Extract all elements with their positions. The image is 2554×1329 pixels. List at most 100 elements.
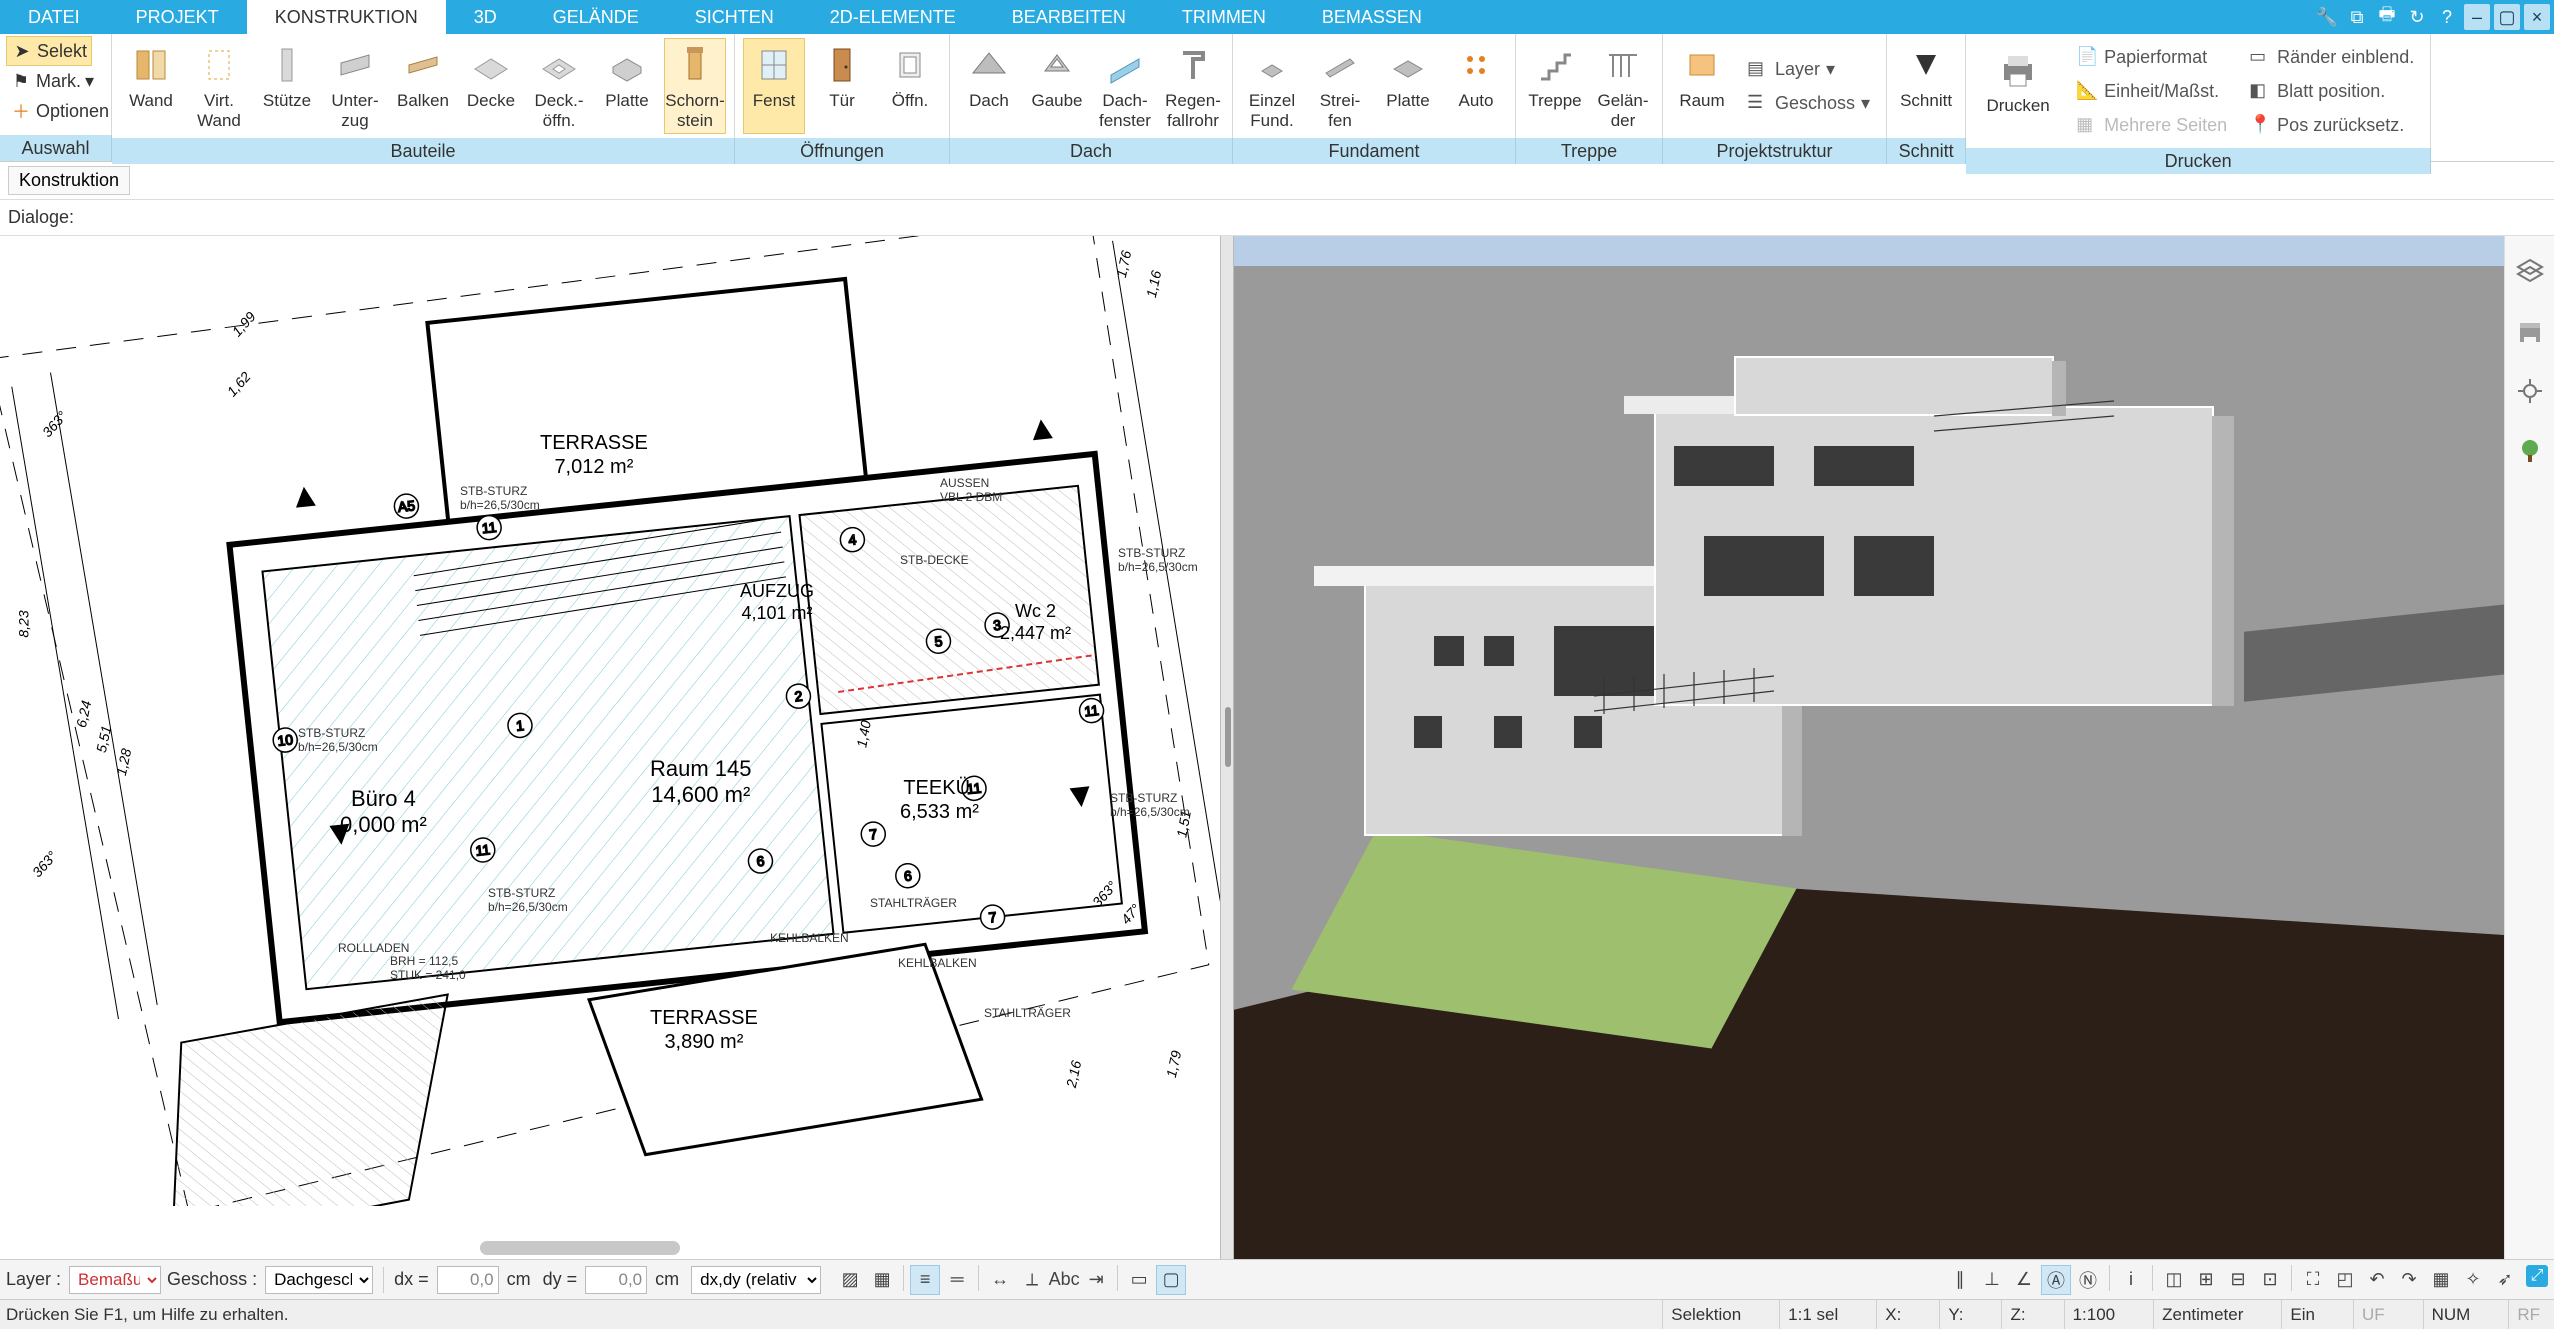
blatt-position-link[interactable]: ◧Blatt position.	[2249, 76, 2414, 106]
snap-angle-icon[interactable]: ∠	[2009, 1265, 2039, 1295]
decke-button[interactable]: Decke	[460, 38, 522, 134]
oeffnung-button[interactable]: Öffn.	[879, 38, 941, 134]
einheit-link[interactable]: 📐Einheit/Maßst.	[2076, 76, 2227, 106]
dx-input[interactable]	[437, 1266, 499, 1294]
auto-fund-button[interactable]: Auto	[1445, 38, 1507, 134]
minimize-icon[interactable]: –	[2464, 4, 2490, 30]
expand-icon[interactable]: ⤢	[2526, 1265, 2548, 1287]
floorplan-view[interactable]: 10 A5 11 1 2 4 5 3 11 11 11 6 7 6 7	[0, 236, 1220, 1259]
cursor-toggle-icon[interactable]: ➶	[2490, 1265, 2520, 1295]
menu-tab-3d[interactable]: 3D	[446, 0, 525, 34]
breadcrumb-chip[interactable]: Konstruktion	[8, 166, 130, 195]
screen-icon[interactable]: ⧉	[2344, 4, 2370, 30]
snap-a-icon[interactable]: Ⓐ	[2041, 1265, 2071, 1295]
menu-tab-konstruktion[interactable]: KONSTRUKTION	[247, 0, 446, 34]
print-icon[interactable]: 🖶	[2374, 4, 2400, 30]
layer-select[interactable]: Bemaßung	[69, 1266, 161, 1294]
tuer-button[interactable]: Tür	[811, 38, 873, 134]
close-icon[interactable]: ×	[2524, 4, 2550, 30]
layer-dropdown[interactable]: ▤Layer ▾	[1747, 54, 1870, 84]
view-4-icon[interactable]: ⊡	[2255, 1265, 2285, 1295]
snap-n-icon[interactable]: Ⓝ	[2073, 1265, 2103, 1295]
view-1-icon[interactable]: ◫	[2159, 1265, 2189, 1295]
gaube-button[interactable]: Gaube	[1026, 38, 1088, 134]
geschoss-select[interactable]: Dachgesch	[265, 1266, 373, 1294]
tag-stb-3: STB-STURZb/h=26,5/30cm	[1118, 546, 1198, 574]
grid-toggle-icon[interactable]: ▦	[2426, 1265, 2456, 1295]
einzelfund-button[interactable]: Einzel Fund.	[1241, 38, 1303, 134]
rel-select[interactable]: dx,dy (relativ ka	[691, 1266, 821, 1294]
linew-thick-icon[interactable]: ≡	[910, 1265, 940, 1295]
status-selection: Selektion	[1662, 1300, 1749, 1329]
regenfallrohr-button[interactable]: Regen- fallrohr	[1162, 38, 1224, 134]
zoom-win-icon[interactable]: ◰	[2330, 1265, 2360, 1295]
status-num: NUM	[2423, 1300, 2479, 1329]
plan-scrollbar[interactable]	[480, 1241, 680, 1255]
zoom-fit-icon[interactable]: ⛶	[2298, 1265, 2328, 1295]
help-icon[interactable]: ?	[2434, 4, 2460, 30]
dim-h-icon[interactable]: ↔	[985, 1265, 1015, 1295]
refresh-icon[interactable]: ↻	[2404, 4, 2430, 30]
redo-view-icon[interactable]: ↷	[2394, 1265, 2424, 1295]
menu-tab-2d[interactable]: 2D-ELEMENTE	[802, 0, 984, 34]
stuetze-button[interactable]: Stütze	[256, 38, 318, 134]
options-button[interactable]: ＋Optionen	[6, 96, 113, 126]
abc-icon[interactable]: Abc	[1049, 1265, 1079, 1295]
raum-button[interactable]: Raum	[1671, 38, 1733, 134]
menu-tab-sichten[interactable]: SICHTEN	[667, 0, 802, 34]
snap-toggle-icon[interactable]: ✧	[2458, 1265, 2488, 1295]
furniture-tool-icon[interactable]	[2513, 314, 2547, 348]
menu-tab-trimmen[interactable]: TRIMMEN	[1154, 0, 1294, 34]
platte-button[interactable]: Platte	[596, 38, 658, 134]
select-button[interactable]: ➤Selekt	[6, 36, 92, 66]
drucken-button[interactable]: Drucken	[1974, 43, 2062, 139]
restore-icon[interactable]: ▢	[2494, 4, 2520, 30]
dim-tick-icon[interactable]: ⟂	[1017, 1265, 1047, 1295]
undo-view-icon[interactable]: ↶	[2362, 1265, 2392, 1295]
show-3d-icon[interactable]: ▭	[1124, 1265, 1154, 1295]
3d-view[interactable]	[1234, 236, 2504, 1259]
geschoss-dropdown[interactable]: ☰Geschoss ▾	[1747, 88, 1870, 118]
deckoeffn-button[interactable]: Deck.- öffn.	[528, 38, 590, 134]
pos-reset-link[interactable]: 📍Pos zurücksetz.	[2249, 110, 2414, 140]
fund-platte-button[interactable]: Platte	[1377, 38, 1439, 134]
schnitt-button[interactable]: Schnitt	[1895, 38, 1957, 134]
schornstein-button[interactable]: Schorn- stein	[664, 38, 726, 134]
navigate-tool-icon[interactable]	[2513, 374, 2547, 408]
menu-tab-datei[interactable]: DATEI	[0, 0, 108, 34]
dach-button[interactable]: Dach	[958, 38, 1020, 134]
grid-icon[interactable]: ▦	[867, 1265, 897, 1295]
status-y: Y:	[1939, 1300, 1971, 1329]
streifen-button[interactable]: Strei- fen	[1309, 38, 1371, 134]
view-3-icon[interactable]: ⊟	[2223, 1265, 2253, 1295]
menu-tab-projekt[interactable]: PROJEKT	[108, 0, 247, 34]
info-icon[interactable]: i	[2116, 1265, 2146, 1295]
layers-tool-icon[interactable]	[2513, 254, 2547, 288]
menu-tab-bearbeiten[interactable]: BEARBEITEN	[984, 0, 1154, 34]
virt-wand-button[interactable]: Virt. Wand	[188, 38, 250, 134]
papierformat-link[interactable]: 📄Papierformat	[2076, 42, 2227, 72]
mark-button[interactable]: ⚑Mark. ▾	[6, 66, 98, 96]
tool-icon[interactable]: 🔧	[2314, 4, 2340, 30]
menu-tab-bemassen[interactable]: BEMASSEN	[1294, 0, 1450, 34]
balken-button[interactable]: Balken	[392, 38, 454, 134]
dachfenster-button[interactable]: Dach- fenster	[1094, 38, 1156, 134]
treppe-button[interactable]: Treppe	[1524, 38, 1586, 134]
hatch-icon[interactable]: ▨	[835, 1265, 865, 1295]
mehrere-seiten-link[interactable]: ▦Mehrere Seiten	[2076, 110, 2227, 140]
linew-thin-icon[interactable]: ═	[942, 1265, 972, 1295]
show-2d-icon[interactable]: ▢	[1156, 1265, 1186, 1295]
dim-chain-icon[interactable]: ⇥	[1081, 1265, 1111, 1295]
pane-splitter[interactable]	[1220, 236, 1234, 1259]
wand-button[interactable]: Wand	[120, 38, 182, 134]
dy-input[interactable]	[585, 1266, 647, 1294]
snap-perp-icon[interactable]: ⊥	[1977, 1265, 2007, 1295]
snap-parallel-icon[interactable]: ∥	[1945, 1265, 1975, 1295]
menu-tab-gelaende[interactable]: GELÄNDE	[525, 0, 667, 34]
view-2-icon[interactable]: ⊞	[2191, 1265, 2221, 1295]
raender-link[interactable]: ▭Ränder einblend.	[2249, 42, 2414, 72]
unterzug-button[interactable]: Unter- zug	[324, 38, 386, 134]
tree-tool-icon[interactable]	[2513, 434, 2547, 468]
gelaender-button[interactable]: Gelän- der	[1592, 38, 1654, 134]
fenster-button[interactable]: Fenst	[743, 38, 805, 134]
